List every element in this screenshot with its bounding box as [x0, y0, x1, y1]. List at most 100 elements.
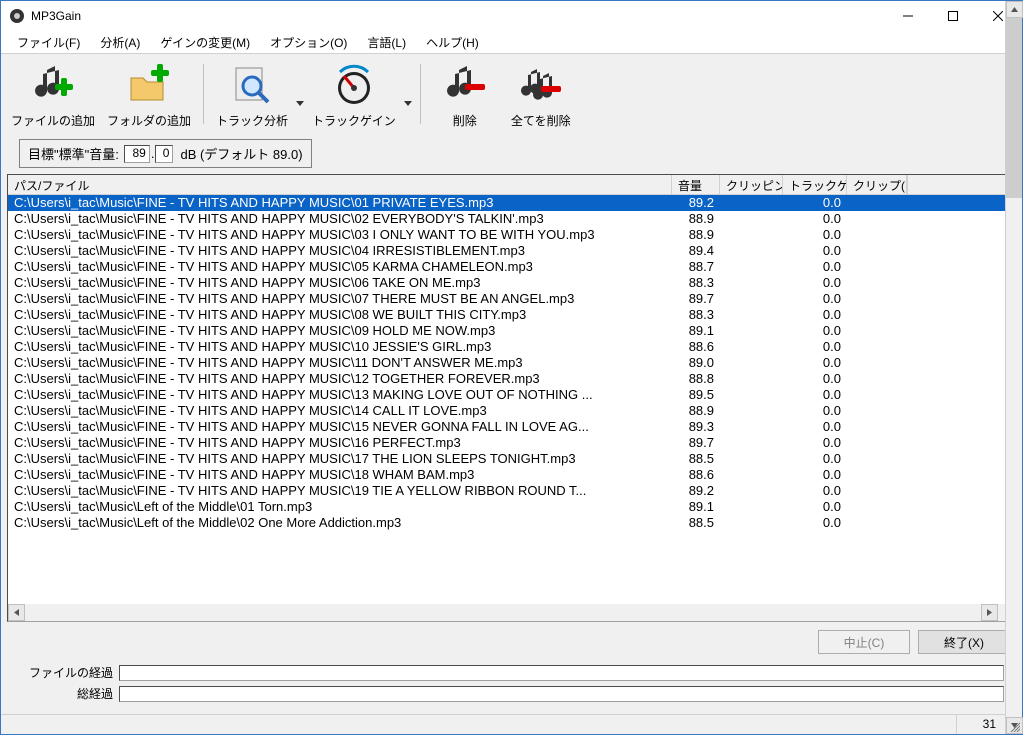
- cell-clipping: [720, 419, 783, 435]
- menu-language[interactable]: 言語(L): [357, 32, 416, 53]
- cell-clipping: [720, 291, 783, 307]
- cell-volume: 88.9: [672, 227, 720, 243]
- target-int-input[interactable]: 89: [124, 145, 150, 163]
- scrollbar-thumb[interactable]: [1006, 195, 1015, 198]
- app-window: MP3Gain ファイル(F) 分析(A) ゲインの変更(M) オプション(O)…: [0, 0, 1023, 735]
- add-file-button[interactable]: ファイルの追加: [7, 60, 99, 131]
- scroll-left-icon[interactable]: [8, 604, 25, 621]
- cell-gain: 0.0: [783, 355, 847, 371]
- cell-clipping: [720, 355, 783, 371]
- cell-gain: 0.0: [783, 339, 847, 355]
- table-row[interactable]: C:\Users\i_tac\Music\FINE - TV HITS AND …: [8, 371, 1015, 387]
- scroll-right-icon[interactable]: [981, 604, 998, 621]
- table-row[interactable]: C:\Users\i_tac\Music\FINE - TV HITS AND …: [8, 259, 1015, 275]
- cell-volume: 88.8: [672, 371, 720, 387]
- exit-button[interactable]: 終了(X): [918, 630, 1010, 654]
- table-row[interactable]: C:\Users\i_tac\Music\FINE - TV HITS AND …: [8, 419, 1015, 435]
- cell-clip-track: [847, 339, 907, 355]
- minimize-button[interactable]: [885, 2, 930, 31]
- menu-help[interactable]: ヘルプ(H): [416, 32, 489, 53]
- note-plus-icon: [29, 62, 77, 110]
- window-title: MP3Gain: [31, 9, 885, 23]
- cell-clip-track: [847, 515, 907, 531]
- cell-volume: 89.2: [672, 195, 720, 211]
- table-row[interactable]: C:\Users\i_tac\Music\FINE - TV HITS AND …: [8, 435, 1015, 451]
- cell-path: C:\Users\i_tac\Music\FINE - TV HITS AND …: [8, 227, 672, 243]
- cell-gain: 0.0: [783, 307, 847, 323]
- col-track-gain[interactable]: トラックゲ...: [783, 175, 847, 194]
- cell-clip-track: [847, 435, 907, 451]
- cell-gain: 0.0: [783, 467, 847, 483]
- cell-volume: 88.7: [672, 259, 720, 275]
- track-gain-dropdown[interactable]: [402, 60, 414, 120]
- table-row[interactable]: C:\Users\i_tac\Music\FINE - TV HITS AND …: [8, 291, 1015, 307]
- cell-clip-track: [847, 371, 907, 387]
- table-row[interactable]: C:\Users\i_tac\Music\FINE - TV HITS AND …: [8, 323, 1015, 339]
- cell-volume: 88.3: [672, 307, 720, 323]
- statusbar: 31: [1, 714, 1022, 734]
- table-row[interactable]: C:\Users\i_tac\Music\FINE - TV HITS AND …: [8, 467, 1015, 483]
- table-row[interactable]: C:\Users\i_tac\Music\FINE - TV HITS AND …: [8, 243, 1015, 259]
- cell-path: C:\Users\i_tac\Music\FINE - TV HITS AND …: [8, 419, 672, 435]
- table-row[interactable]: C:\Users\i_tac\Music\Left of the Middle\…: [8, 499, 1015, 515]
- menu-file[interactable]: ファイル(F): [7, 32, 90, 53]
- list-rows[interactable]: C:\Users\i_tac\Music\FINE - TV HITS AND …: [8, 195, 1015, 604]
- table-row[interactable]: C:\Users\i_tac\Music\FINE - TV HITS AND …: [8, 227, 1015, 243]
- cell-path: C:\Users\i_tac\Music\FINE - TV HITS AND …: [8, 259, 672, 275]
- table-row[interactable]: C:\Users\i_tac\Music\FINE - TV HITS AND …: [8, 195, 1015, 211]
- app-icon: [9, 8, 25, 24]
- table-row[interactable]: C:\Users\i_tac\Music\FINE - TV HITS AND …: [8, 339, 1015, 355]
- track-analysis-label: トラック分析: [216, 112, 288, 129]
- table-row[interactable]: C:\Users\i_tac\Music\Left of the Middle\…: [8, 515, 1015, 531]
- cell-clipping: [720, 467, 783, 483]
- table-row[interactable]: C:\Users\i_tac\Music\FINE - TV HITS AND …: [8, 355, 1015, 371]
- menu-gain[interactable]: ゲインの変更(M): [150, 32, 260, 53]
- delete-button[interactable]: 削除: [429, 60, 501, 131]
- target-dec-input[interactable]: 0: [155, 145, 173, 163]
- menu-options[interactable]: オプション(O): [260, 32, 357, 53]
- cell-gain: 0.0: [783, 195, 847, 211]
- cell-gain: 0.0: [783, 211, 847, 227]
- target-suffix: dB (デフォルト 89.0): [180, 144, 302, 163]
- toolbar-separator: [203, 64, 204, 124]
- horizontal-scrollbar[interactable]: [8, 604, 1015, 621]
- table-row[interactable]: C:\Users\i_tac\Music\FINE - TV HITS AND …: [8, 387, 1015, 403]
- col-clip-track[interactable]: クリップ(トラ...: [847, 175, 907, 194]
- cell-volume: 89.7: [672, 435, 720, 451]
- track-gain-button[interactable]: トラックゲイン: [308, 60, 400, 131]
- file-list: パス/ファイル 音量 クリッピン... トラックゲ... クリップ(トラ... …: [7, 174, 1016, 622]
- col-volume[interactable]: 音量: [672, 175, 720, 194]
- delete-all-button[interactable]: 全てを削除: [505, 60, 577, 131]
- cell-clipping: [720, 339, 783, 355]
- cell-clip-track: [847, 419, 907, 435]
- cell-clipping: [720, 195, 783, 211]
- file-progress-label: ファイルの経過: [19, 664, 119, 681]
- menu-analysis[interactable]: 分析(A): [90, 32, 150, 53]
- cell-clipping: [720, 435, 783, 451]
- cell-clip-track: [847, 275, 907, 291]
- toolbar-separator: [420, 64, 421, 124]
- cell-clipping: [720, 307, 783, 323]
- cell-clip-track: [847, 387, 907, 403]
- size-grip[interactable]: [1004, 715, 1022, 734]
- cell-path: C:\Users\i_tac\Music\FINE - TV HITS AND …: [8, 243, 672, 259]
- table-row[interactable]: C:\Users\i_tac\Music\FINE - TV HITS AND …: [8, 403, 1015, 419]
- table-row[interactable]: C:\Users\i_tac\Music\FINE - TV HITS AND …: [8, 483, 1015, 499]
- col-clipping[interactable]: クリッピン...: [720, 175, 783, 194]
- cell-volume: 89.4: [672, 243, 720, 259]
- col-path[interactable]: パス/ファイル: [8, 175, 672, 194]
- track-analysis-dropdown[interactable]: [294, 60, 306, 120]
- table-row[interactable]: C:\Users\i_tac\Music\FINE - TV HITS AND …: [8, 275, 1015, 291]
- target-label: 目標"標準"音量:: [28, 144, 119, 163]
- maximize-button[interactable]: [930, 2, 975, 31]
- cell-gain: 0.0: [783, 243, 847, 259]
- cell-path: C:\Users\i_tac\Music\FINE - TV HITS AND …: [8, 451, 672, 467]
- cell-gain: 0.0: [783, 499, 847, 515]
- table-row[interactable]: C:\Users\i_tac\Music\FINE - TV HITS AND …: [8, 451, 1015, 467]
- table-row[interactable]: C:\Users\i_tac\Music\FINE - TV HITS AND …: [8, 211, 1015, 227]
- vertical-scrollbar[interactable]: [1005, 195, 1015, 604]
- cell-path: C:\Users\i_tac\Music\FINE - TV HITS AND …: [8, 387, 672, 403]
- add-folder-button[interactable]: フォルダの追加: [103, 60, 195, 131]
- track-analysis-button[interactable]: トラック分析: [212, 60, 292, 131]
- table-row[interactable]: C:\Users\i_tac\Music\FINE - TV HITS AND …: [8, 307, 1015, 323]
